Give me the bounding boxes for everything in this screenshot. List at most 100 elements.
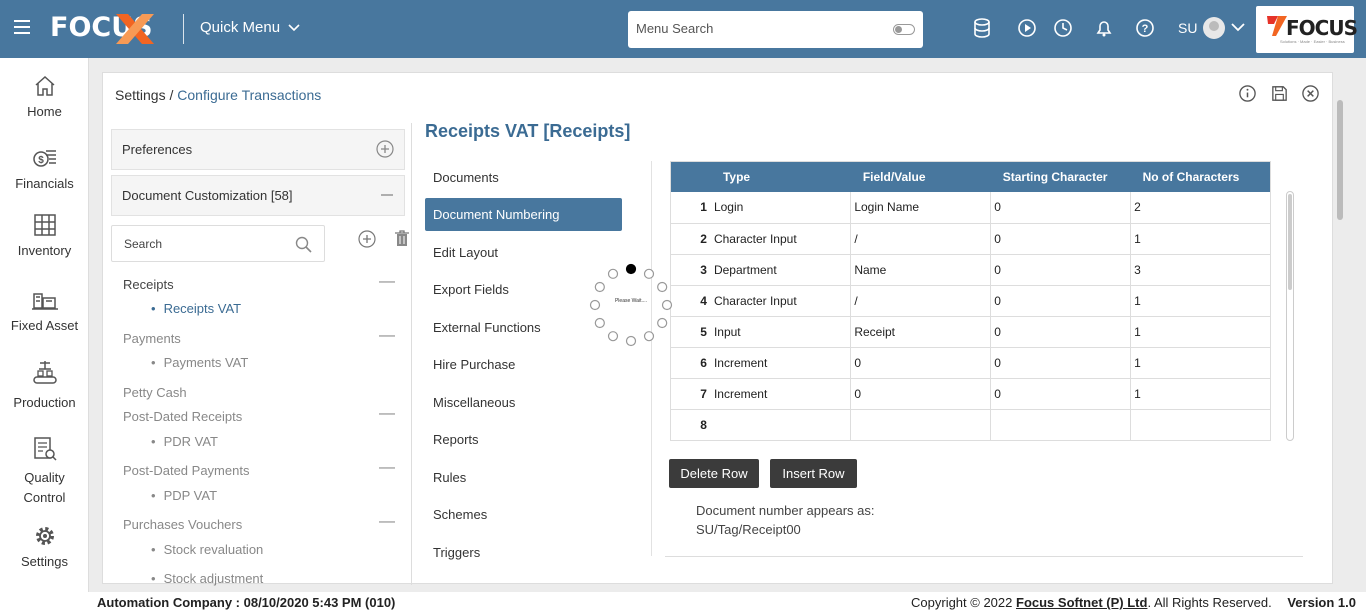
nav-fixed-asset[interactable]: Fixed Asset [0,288,89,333]
no-of-characters-cell[interactable] [1130,409,1270,440]
type-cell[interactable]: Input [710,316,852,348]
field-value-cell[interactable]: 0 [850,378,992,410]
user-initials[interactable]: SU [1178,20,1197,36]
nav-quality-control[interactable]: Quality Control [0,436,89,508]
tree-item-purchases-vouchers[interactable]: Purchases Vouchers [123,517,242,532]
help-icon[interactable]: ? [1134,17,1156,39]
table-row[interactable]: 2 Character Input/0 1 [671,223,1270,255]
field-value-cell[interactable]: Receipt [850,316,992,348]
starting-character-cell[interactable] [990,409,1132,440]
tree-item-pdp-vat[interactable]: PDP VAT [151,488,217,503]
field-value-cell[interactable]: Name [850,254,992,286]
play-icon[interactable] [1016,17,1038,39]
page-scrollbar[interactable] [1337,100,1343,220]
tree-item-post-dated-payments[interactable]: Post-Dated Payments [123,463,249,478]
tree-item-receipts-vat[interactable]: Receipts VAT [151,301,242,316]
starting-character-cell[interactable]: 0 [990,254,1132,286]
no-of-characters-cell[interactable]: 2 [1130,192,1270,224]
type-cell[interactable]: Increment [710,347,852,379]
copyright-link[interactable]: Focus Softnet (P) Ltd [1016,595,1147,610]
table-row[interactable]: 6 Increment 0 0 1 [671,347,1270,379]
add-document-icon[interactable] [358,230,376,248]
insert-row-button[interactable]: Insert Row [770,459,857,488]
preferences-accordion[interactable]: Preferences [111,129,405,170]
field-value-cell[interactable]: Login Name [850,192,992,224]
table-row[interactable]: 7 Increment 0 0 1 [671,378,1270,410]
field-value-cell[interactable]: / [850,285,992,317]
nav-inventory[interactable]: Inventory [0,213,89,258]
menu-triggers[interactable]: Triggers [425,536,622,569]
field-value-cell[interactable] [850,409,992,440]
database-icon[interactable] [971,17,993,39]
table-row[interactable]: 8 [671,409,1270,440]
tree-collapse-icon[interactable]: — [379,459,395,477]
field-value-cell[interactable]: / [850,223,992,255]
menu-miscellaneous[interactable]: Miscellaneous [425,386,622,419]
tree-item-pdr-vat[interactable]: PDR VAT [151,434,218,449]
breadcrumb-current[interactable]: Configure Transactions [177,87,321,103]
tree-item-payments-vat[interactable]: Payments VAT [151,355,249,370]
table-row[interactable]: 4 Character Input/0 1 [671,285,1270,317]
type-cell[interactable]: Increment [710,378,852,410]
tree-item-stock-revaluation[interactable]: Stock revaluation [151,542,264,557]
tree-item-stock-adjustment[interactable]: Stock adjustment [151,571,264,586]
bell-icon[interactable] [1093,17,1115,39]
menu-rules[interactable]: Rules [425,461,622,494]
tree-search-box[interactable] [111,225,325,262]
starting-character-cell[interactable]: 0 [990,347,1132,379]
quick-menu-button[interactable]: Quick Menu [200,19,300,36]
nav-home[interactable]: Home [0,74,89,119]
no-of-characters-cell[interactable]: 3 [1130,254,1270,286]
nav-settings[interactable]: Settings [0,524,89,569]
tree-item-payments[interactable]: Payments [123,331,181,346]
delete-row-button[interactable]: Delete Row [669,459,759,488]
tree-item-receipts[interactable]: Receipts [123,277,174,292]
clock-icon[interactable] [1052,17,1074,39]
menu-reports[interactable]: Reports [425,423,622,456]
starting-character-cell[interactable]: 0 [990,285,1132,317]
grid-scrollbar[interactable] [1286,191,1294,441]
delete-trash-icon[interactable] [394,229,410,247]
menu-documents[interactable]: Documents [425,161,622,194]
starting-character-cell[interactable]: 0 [990,223,1132,255]
tree-item-petty-cash[interactable]: Petty Cash [123,385,187,400]
breadcrumb-root[interactable]: Settings [115,87,166,103]
tree-collapse-icon[interactable]: — [379,327,395,345]
no-of-characters-cell[interactable]: 1 [1130,378,1270,410]
expand-plus-icon[interactable] [376,140,394,163]
menu-search-toggle[interactable] [893,24,915,35]
type-cell[interactable]: Character Input [710,223,852,255]
table-row[interactable]: 3 Department Name 0 3 [671,254,1270,286]
tree-item-post-dated-receipts[interactable]: Post-Dated Receipts [123,409,242,424]
document-customization-accordion[interactable]: Document Customization [58] [111,175,405,216]
hamburger-menu-icon[interactable] [14,20,30,34]
tree-collapse-icon[interactable]: — [379,273,395,291]
menu-schemes[interactable]: Schemes [425,498,622,531]
type-cell[interactable]: Character Input [710,285,852,317]
nav-financials[interactable]: $ Financials [0,146,89,191]
field-value-cell[interactable]: 0 [850,347,992,379]
type-cell[interactable] [710,409,852,440]
user-avatar[interactable] [1203,17,1225,39]
starting-character-cell[interactable]: 0 [990,192,1132,224]
no-of-characters-cell[interactable]: 1 [1130,347,1270,379]
tree-collapse-icon[interactable]: — [379,405,395,423]
no-of-characters-cell[interactable]: 1 [1130,223,1270,255]
menu-search-box[interactable] [628,11,923,48]
type-cell[interactable]: Department [710,254,852,286]
no-of-characters-cell[interactable]: 1 [1130,316,1270,348]
collapse-minus-icon[interactable] [380,186,394,209]
menu-search-input[interactable] [636,21,886,36]
tree-collapse-icon[interactable]: — [379,513,395,531]
save-icon[interactable] [1270,84,1289,108]
type-cell[interactable]: Login [710,192,852,224]
nav-production[interactable]: Production [0,359,89,410]
search-icon[interactable] [295,236,312,253]
info-icon[interactable] [1238,84,1257,108]
menu-document-numbering[interactable]: Document Numbering [425,198,622,231]
tree-search-input[interactable] [124,237,284,251]
table-row[interactable]: 5 Input Receipt 0 1 [671,316,1270,348]
menu-hire-purchase[interactable]: Hire Purchase [425,348,622,381]
user-menu-chevron-icon[interactable] [1231,22,1245,32]
no-of-characters-cell[interactable]: 1 [1130,285,1270,317]
